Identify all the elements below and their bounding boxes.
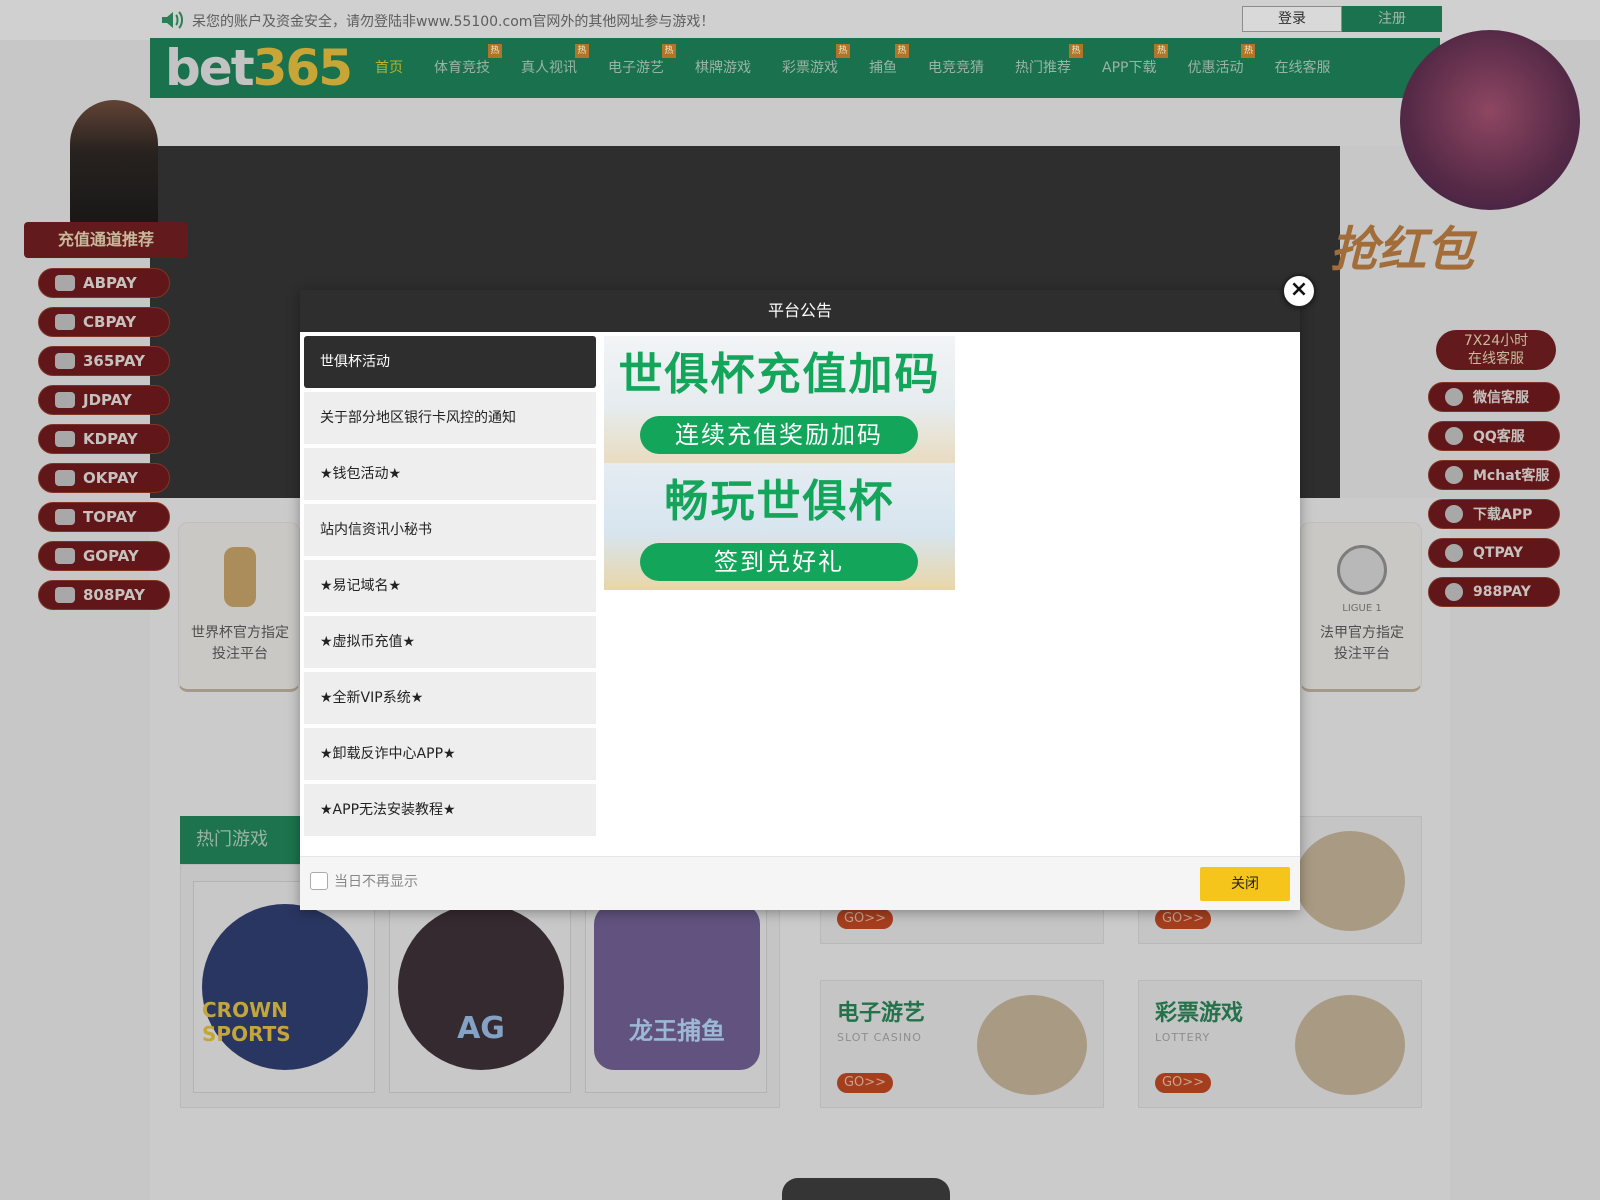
announcement-tab[interactable]: ★易记域名★ bbox=[304, 560, 596, 612]
dont-show-label: 当日不再显示 bbox=[334, 874, 418, 890]
promo-pill: 签到兑好礼 bbox=[640, 543, 918, 581]
announcement-tab-list: 世俱杯活动 关于部分地区银行卡风控的通知 ★钱包活动★ 站内信资讯小秘书 ★易记… bbox=[304, 336, 596, 840]
announcement-tab[interactable]: ★APP无法安装教程★ bbox=[304, 784, 596, 836]
dont-show-checkbox[interactable] bbox=[310, 872, 328, 890]
promo-block-checkin: 畅玩世俱杯 签到兑好礼 bbox=[604, 463, 955, 590]
announcement-tab[interactable]: ★钱包活动★ bbox=[304, 448, 596, 500]
announcement-tab[interactable]: 关于部分地区银行卡风控的通知 bbox=[304, 392, 596, 444]
announcement-tab[interactable]: 站内信资讯小秘书 bbox=[304, 504, 596, 556]
promo-title: 畅玩世俱杯 bbox=[664, 476, 895, 527]
announcement-modal: 平台公告 世俱杯活动 关于部分地区银行卡风控的通知 ★钱包活动★ 站内信资讯小秘… bbox=[300, 290, 1300, 910]
modal-title: 平台公告 bbox=[300, 290, 1300, 332]
promo-pill: 连续充值奖励加码 bbox=[640, 416, 918, 454]
announcement-tab[interactable]: ★卸载反诈中心APP★ bbox=[304, 728, 596, 780]
announcement-tab[interactable]: 世俱杯活动 bbox=[304, 336, 596, 388]
dont-show-today[interactable]: 当日不再显示 bbox=[310, 871, 418, 891]
announcement-tab[interactable]: ★全新VIP系统★ bbox=[304, 672, 596, 724]
announcement-tab[interactable]: ★虚拟币充值★ bbox=[304, 616, 596, 668]
promo-block-recharge: 世俱杯充值加码 连续充值奖励加码 bbox=[604, 336, 955, 463]
promo-title: 世俱杯充值加码 bbox=[618, 349, 941, 400]
promo-image: 世俱杯充值加码 连续充值奖励加码 畅玩世俱杯 签到兑好礼 bbox=[604, 336, 955, 590]
close-button[interactable]: 关闭 bbox=[1200, 867, 1290, 901]
close-icon[interactable]: × bbox=[1282, 274, 1316, 308]
modal-footer: 当日不再显示 关闭 bbox=[300, 856, 1300, 910]
